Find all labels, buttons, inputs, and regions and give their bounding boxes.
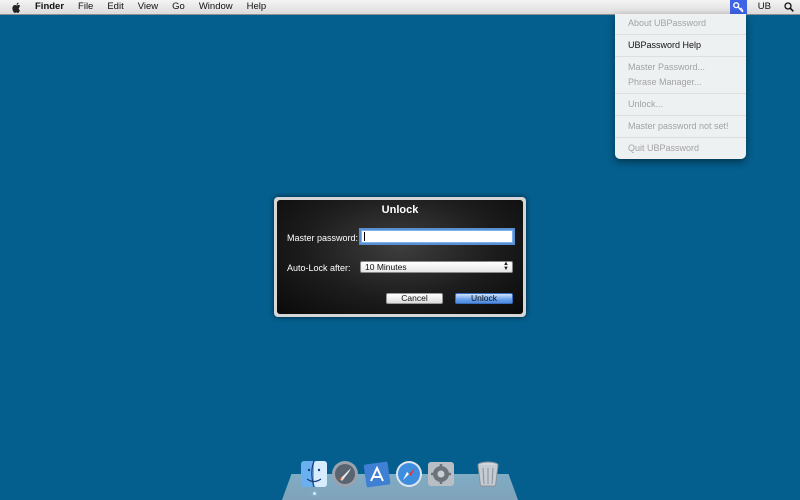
menu-separator [615, 93, 746, 94]
menu-item-unlock[interactable]: Unlock... [615, 97, 746, 112]
dialog-title: Unlock [381, 204, 419, 216]
menu-separator [615, 34, 746, 35]
menu-finder[interactable]: Finder [32, 0, 71, 14]
app-store-icon[interactable] [362, 459, 392, 489]
system-preferences-icon[interactable] [426, 459, 456, 489]
menu-extras: UB [729, 0, 800, 14]
unlock-dialog: Unlock Master password: Auto-Lock after:… [277, 200, 523, 314]
safari-icon[interactable] [394, 459, 424, 489]
menu-item-status: Master password not set! [628, 121, 729, 131]
menu-go[interactable]: Go [165, 0, 192, 14]
running-indicator [313, 492, 316, 495]
master-password-label: Master password: [287, 233, 359, 243]
stepper-arrows-icon: ▲ ▼ [503, 261, 509, 272]
cancel-button[interactable]: Cancel [386, 293, 443, 304]
launchpad-icon[interactable] [330, 459, 360, 489]
menu-edit[interactable]: Edit [100, 0, 130, 14]
text-caret [364, 232, 365, 241]
menu-item-phrase-manager[interactable]: Phrase Manager... [615, 75, 746, 90]
menu-help[interactable]: Help [240, 0, 274, 14]
auto-lock-value: 10 Minutes [365, 262, 407, 272]
key-icon[interactable] [729, 0, 747, 14]
menu-bar: Finder File Edit View Go Window Help UB [0, 0, 800, 15]
menu-separator [615, 115, 746, 116]
spotlight-icon[interactable] [778, 0, 800, 14]
unlock-button[interactable]: Unlock [455, 293, 513, 304]
menu-file[interactable]: File [71, 0, 100, 14]
menu-window[interactable]: Window [192, 0, 240, 14]
master-password-input[interactable] [359, 228, 515, 245]
finder-icon[interactable] [299, 459, 329, 489]
menu-item-help[interactable]: UBPassword Help [615, 38, 746, 53]
apple-menu-icon[interactable] [10, 2, 24, 13]
menu-item-quit[interactable]: Quit UBPassword [615, 141, 746, 156]
ubpassword-menu: About UBPassword UBPassword Help Master … [615, 14, 746, 159]
menu-separator [615, 56, 746, 57]
auto-lock-label: Auto-Lock after: [287, 263, 351, 273]
menu-item-master-password[interactable]: Master Password... [615, 60, 746, 75]
menu-item-about[interactable]: About UBPassword [615, 16, 746, 31]
menu-view[interactable]: View [131, 0, 165, 14]
auto-lock-select[interactable]: 10 Minutes ▲ ▼ [360, 261, 513, 273]
ub-status-item[interactable]: UB [751, 0, 778, 14]
menu-separator [615, 137, 746, 138]
trash-icon[interactable] [473, 459, 503, 489]
